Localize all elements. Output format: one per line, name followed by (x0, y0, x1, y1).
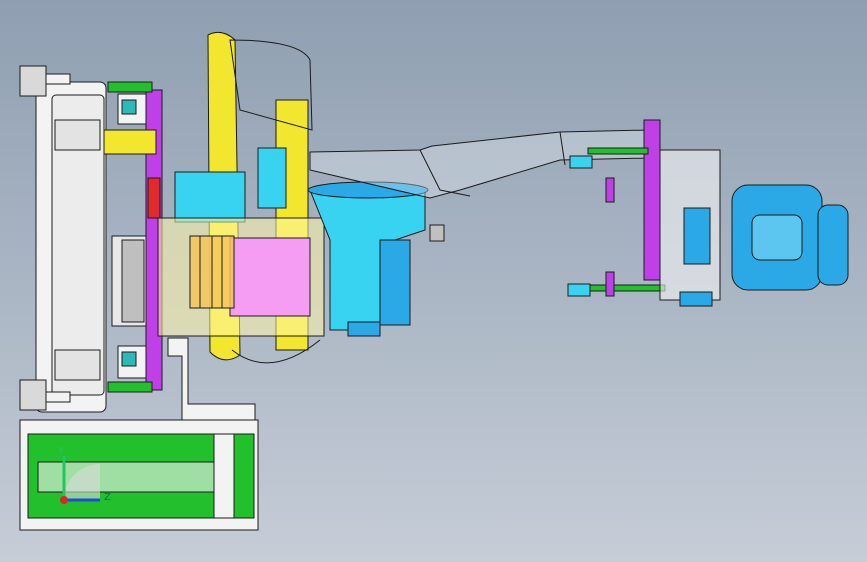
gripper-assembly (567, 119, 849, 307)
cyan-upright (257, 147, 287, 209)
triad-z-label: Z (104, 492, 111, 503)
x-axis-origin (60, 496, 68, 504)
triad-y-label: Y (57, 446, 65, 457)
bottom-mount (19, 419, 259, 531)
green-bracket-top (107, 81, 153, 125)
robot-base (307, 181, 445, 337)
cad-viewport[interactable]: Y Z (0, 0, 867, 562)
cyan-block (174, 171, 246, 223)
green-bracket-bottom (107, 345, 153, 393)
base-frame (19, 65, 107, 413)
yellow-bar (103, 129, 157, 155)
transparent-housing (157, 217, 325, 337)
cad-model-drawing[interactable]: Y Z (0, 0, 867, 562)
